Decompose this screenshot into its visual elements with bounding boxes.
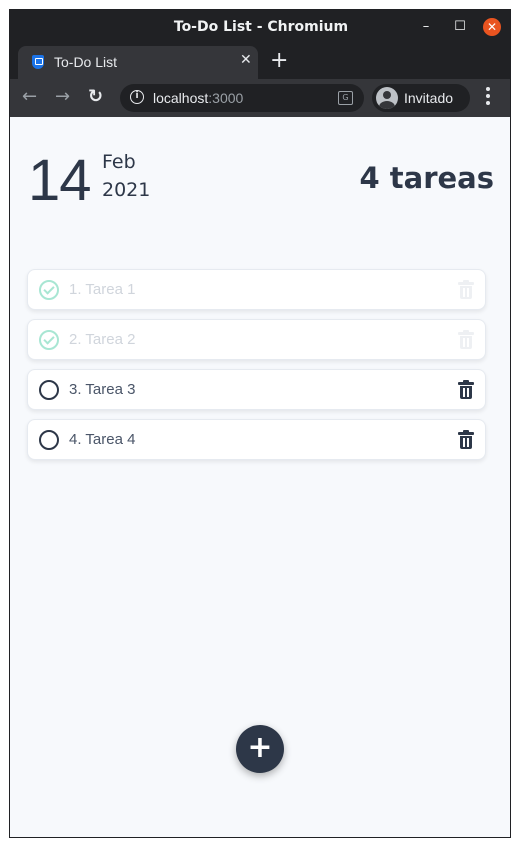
trash-icon[interactable] (458, 330, 474, 350)
maximize-icon[interactable]: ☐ (451, 18, 469, 36)
add-task-button[interactable]: + (236, 725, 284, 773)
close-window-icon[interactable]: ✕ (483, 18, 501, 36)
back-arrow-icon[interactable]: ← (22, 86, 37, 107)
window-title: To-Do List - Chromium (173, 19, 349, 35)
site-info-icon[interactable]: i (130, 90, 144, 104)
new-tab-icon[interactable]: + (270, 50, 288, 72)
profile-button[interactable]: Invitado (372, 84, 470, 112)
task-count: 4 tareas (359, 161, 494, 195)
url-text: localhost:3000 (153, 90, 244, 106)
tab-strip: To-Do List ✕ + (10, 46, 510, 79)
profile-name: Invitado (404, 90, 454, 106)
task-item: 3. Tarea 3 (27, 369, 486, 410)
check-icon[interactable] (39, 280, 59, 300)
task-label: 4. Tarea 4 (69, 431, 136, 448)
browser-window: To-Do List - Chromium – ☐ ✕ To-Do List ✕… (9, 9, 511, 838)
date-day: 14 (28, 148, 92, 213)
task-item: 4. Tarea 4 (27, 419, 486, 460)
tab-title: To-Do List (54, 54, 118, 70)
more-menu-icon[interactable] (482, 87, 494, 107)
app-content: 14 Feb 2021 4 tareas 1. Tarea 1 2. Tarea… (10, 117, 510, 837)
address-bar[interactable]: i localhost:3000 G (120, 84, 364, 112)
task-label: 1. Tarea 1 (69, 281, 136, 298)
date-month: Feb (102, 151, 136, 173)
task-label: 3. Tarea 3 (69, 381, 136, 398)
avatar-icon (376, 87, 398, 109)
tab-todo-list[interactable]: To-Do List ✕ (18, 46, 258, 79)
check-icon[interactable] (39, 330, 59, 350)
tab-close-icon[interactable]: ✕ (240, 52, 252, 68)
circle-icon[interactable] (39, 430, 59, 450)
date-year: 2021 (102, 179, 151, 201)
trash-icon[interactable] (458, 380, 474, 400)
forward-arrow-icon[interactable]: → (55, 86, 70, 107)
title-bar: To-Do List - Chromium – ☐ ✕ (10, 10, 510, 46)
translate-icon[interactable]: G (338, 91, 353, 105)
task-item: 1. Tarea 1 (27, 269, 486, 310)
favicon-icon (32, 55, 44, 69)
circle-icon[interactable] (39, 380, 59, 400)
task-label: 2. Tarea 2 (69, 331, 136, 348)
task-item: 2. Tarea 2 (27, 319, 486, 360)
minimize-icon[interactable]: – (417, 18, 435, 36)
reload-icon[interactable]: ↻ (88, 86, 103, 107)
browser-toolbar: ← → ↻ i localhost:3000 G Invitado (10, 79, 510, 117)
trash-icon[interactable] (458, 280, 474, 300)
trash-icon[interactable] (458, 430, 474, 450)
